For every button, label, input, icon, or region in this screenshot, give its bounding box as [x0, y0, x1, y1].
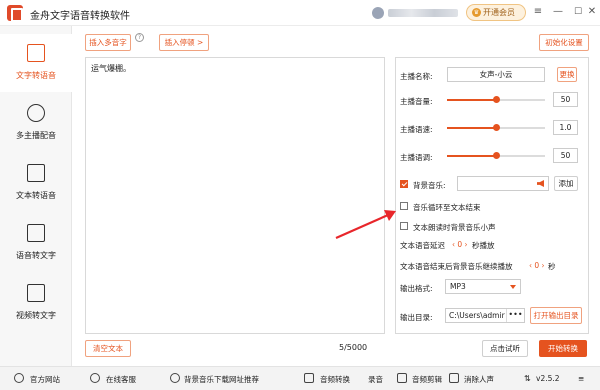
speed-slider[interactable] — [447, 124, 545, 131]
char-count: 5/5000 — [339, 343, 368, 352]
output-dir-field[interactable]: C:\Users\admir ••• — [445, 308, 525, 323]
app-logo-icon — [7, 5, 23, 22]
music-icon — [170, 373, 180, 383]
sidebar-item-video-to-text[interactable]: 视频转文字 — [0, 274, 72, 332]
loop-checkbox[interactable] — [400, 202, 408, 210]
slider-knob[interactable] — [493, 96, 500, 103]
speed-label: 主播语速: — [400, 125, 433, 134]
tail-prefix: 文本语音结束后背景音乐继续播放 — [400, 262, 513, 271]
add-bgm-button[interactable]: 添加 — [554, 176, 578, 191]
speaker-icon[interactable] — [537, 180, 544, 187]
bgm-checkbox[interactable] — [400, 180, 408, 188]
dir-label: 输出目录: — [400, 313, 433, 322]
output-dir-value: C:\Users\admir — [449, 311, 505, 320]
editor-content[interactable]: 运气爆棚。 — [91, 63, 131, 74]
close-icon[interactable]: ✕ — [586, 6, 598, 18]
text-editor[interactable]: 运气爆棚。 — [85, 57, 385, 334]
pitch-value[interactable]: 50 — [553, 148, 578, 163]
sidebar-item-multi-voice[interactable]: 多主播配音 — [0, 94, 72, 152]
slider-knob[interactable] — [493, 124, 500, 131]
footer-bar: 官方网站 在线客服 背景音乐下载网址推荐 音频转换 录音 音频剪辑 消除人声 ⇅… — [0, 366, 600, 390]
bgm-label: 背景音乐: — [413, 181, 446, 190]
vip-label: 开通会员 — [483, 8, 515, 17]
start-convert-button[interactable]: 开始转换 — [539, 340, 587, 357]
reset-settings-button[interactable]: 初始化设置 — [539, 34, 589, 51]
footer-menu-icon[interactable]: ≡ — [578, 374, 584, 383]
sidebar-item-label: 文字转语音 — [16, 71, 56, 80]
user-icon — [27, 104, 45, 122]
tail-value: 0 — [534, 261, 540, 270]
sidebar-item-speech-to-text[interactable]: 语音转文字 — [0, 214, 72, 272]
sidebar-item-label: 文本转语音 — [16, 191, 56, 200]
footer-website-link[interactable]: 官方网站 — [30, 374, 60, 385]
video-to-text-icon — [27, 284, 45, 302]
delay-value: 0 — [457, 240, 463, 249]
app-title: 金舟文字语音转换软件 — [30, 11, 130, 22]
footer-upgrade-icon[interactable]: ⇅ — [524, 374, 531, 383]
delay-suffix: 秒播放 — [472, 241, 495, 250]
audio-to-text-icon — [27, 224, 45, 242]
sidebar-item-text-to-speech[interactable]: 文字转语音 — [0, 34, 72, 92]
version-label: v2.5.2 — [536, 374, 560, 383]
tail-suffix: 秒 — [548, 262, 556, 271]
text-to-speech-icon — [27, 44, 45, 62]
insert-multi-voice-button[interactable]: 插入多音字 — [85, 34, 131, 51]
maximize-icon[interactable]: ☐ — [572, 6, 584, 18]
format-label: 输出格式: — [400, 284, 433, 293]
footer-bgm-sites-link[interactable]: 背景音乐下载网址推荐 — [184, 374, 259, 385]
pitch-label: 主播语调: — [400, 153, 433, 162]
volume-label: 主播音量: — [400, 97, 433, 106]
sidebar-item-label: 语音转文字 — [16, 251, 56, 260]
format-value: MP3 — [450, 282, 466, 291]
change-voice-button[interactable]: 更换 — [557, 67, 577, 82]
format-select[interactable]: MP3 — [445, 279, 521, 294]
loop-label: 音乐循环至文本结束 — [413, 203, 481, 212]
chevron-down-icon — [510, 285, 516, 289]
clear-text-button[interactable]: 清空文本 — [85, 340, 131, 357]
audio-cut-icon — [397, 373, 407, 383]
volume-slider[interactable] — [447, 96, 545, 103]
tail-stepper[interactable]: ‹ 0 › — [529, 261, 545, 270]
footer-vocal-remove[interactable]: 消除人声 — [464, 374, 494, 385]
voice-name-field[interactable]: 女声-小云 — [447, 67, 545, 82]
home-icon — [14, 373, 24, 383]
audio-convert-icon — [304, 373, 314, 383]
footer-support-link[interactable]: 在线客服 — [106, 374, 136, 385]
sidebar-item-file-to-speech[interactable]: 文本转语音 — [0, 154, 72, 212]
voice-label: 主播名称: — [400, 72, 433, 81]
pitch-slider[interactable] — [447, 152, 545, 159]
delay-stepper[interactable]: ‹ 0 › — [452, 240, 468, 249]
sidebar-item-label: 多主播配音 — [16, 131, 56, 140]
open-output-dir-button[interactable]: 打开输出目录 — [530, 307, 582, 324]
vip-button[interactable]: ♛ 开通会员 — [466, 4, 526, 21]
headset-icon — [90, 373, 100, 383]
user-avatar[interactable] — [372, 7, 384, 19]
crown-icon: ♛ — [472, 8, 481, 17]
footer-audio-convert[interactable]: 音频转换 — [320, 374, 350, 385]
document-icon — [27, 164, 45, 182]
browse-dir-button[interactable]: ••• — [506, 309, 524, 322]
sidebar-item-label: 视频转文字 — [16, 311, 56, 320]
help-icon[interactable]: ? — [135, 33, 144, 42]
menu-icon[interactable]: ≡ — [532, 6, 544, 18]
user-name-blurred[interactable] — [388, 9, 458, 17]
slider-knob[interactable] — [493, 152, 500, 159]
slider-fill — [447, 127, 496, 129]
slider-fill — [447, 99, 496, 101]
vocal-remove-icon — [449, 373, 459, 383]
minimize-icon[interactable]: — — [552, 6, 564, 18]
duck-label: 文本朗读时背景音乐小声 — [413, 223, 496, 232]
volume-value[interactable]: 50 — [553, 92, 578, 107]
footer-record[interactable]: 录音 — [368, 374, 383, 385]
footer-audio-cut[interactable]: 音频剪辑 — [412, 374, 442, 385]
title-bar: 金舟文字语音转换软件 ♛ 开通会员 ≡ — ☐ ✕ — [0, 0, 600, 26]
sidebar: 文字转语音 多主播配音 文本转语音 语音转文字 视频转文字 — [0, 26, 72, 366]
bgm-field[interactable] — [457, 176, 549, 191]
speed-value[interactable]: 1.0 — [553, 120, 578, 135]
delay-prefix: 文本语音延迟 — [400, 241, 445, 250]
preview-button[interactable]: 点击试听 — [482, 340, 528, 357]
slider-fill — [447, 155, 496, 157]
duck-checkbox[interactable] — [400, 222, 408, 230]
insert-pause-button[interactable]: 插入停顿 > — [159, 34, 209, 51]
